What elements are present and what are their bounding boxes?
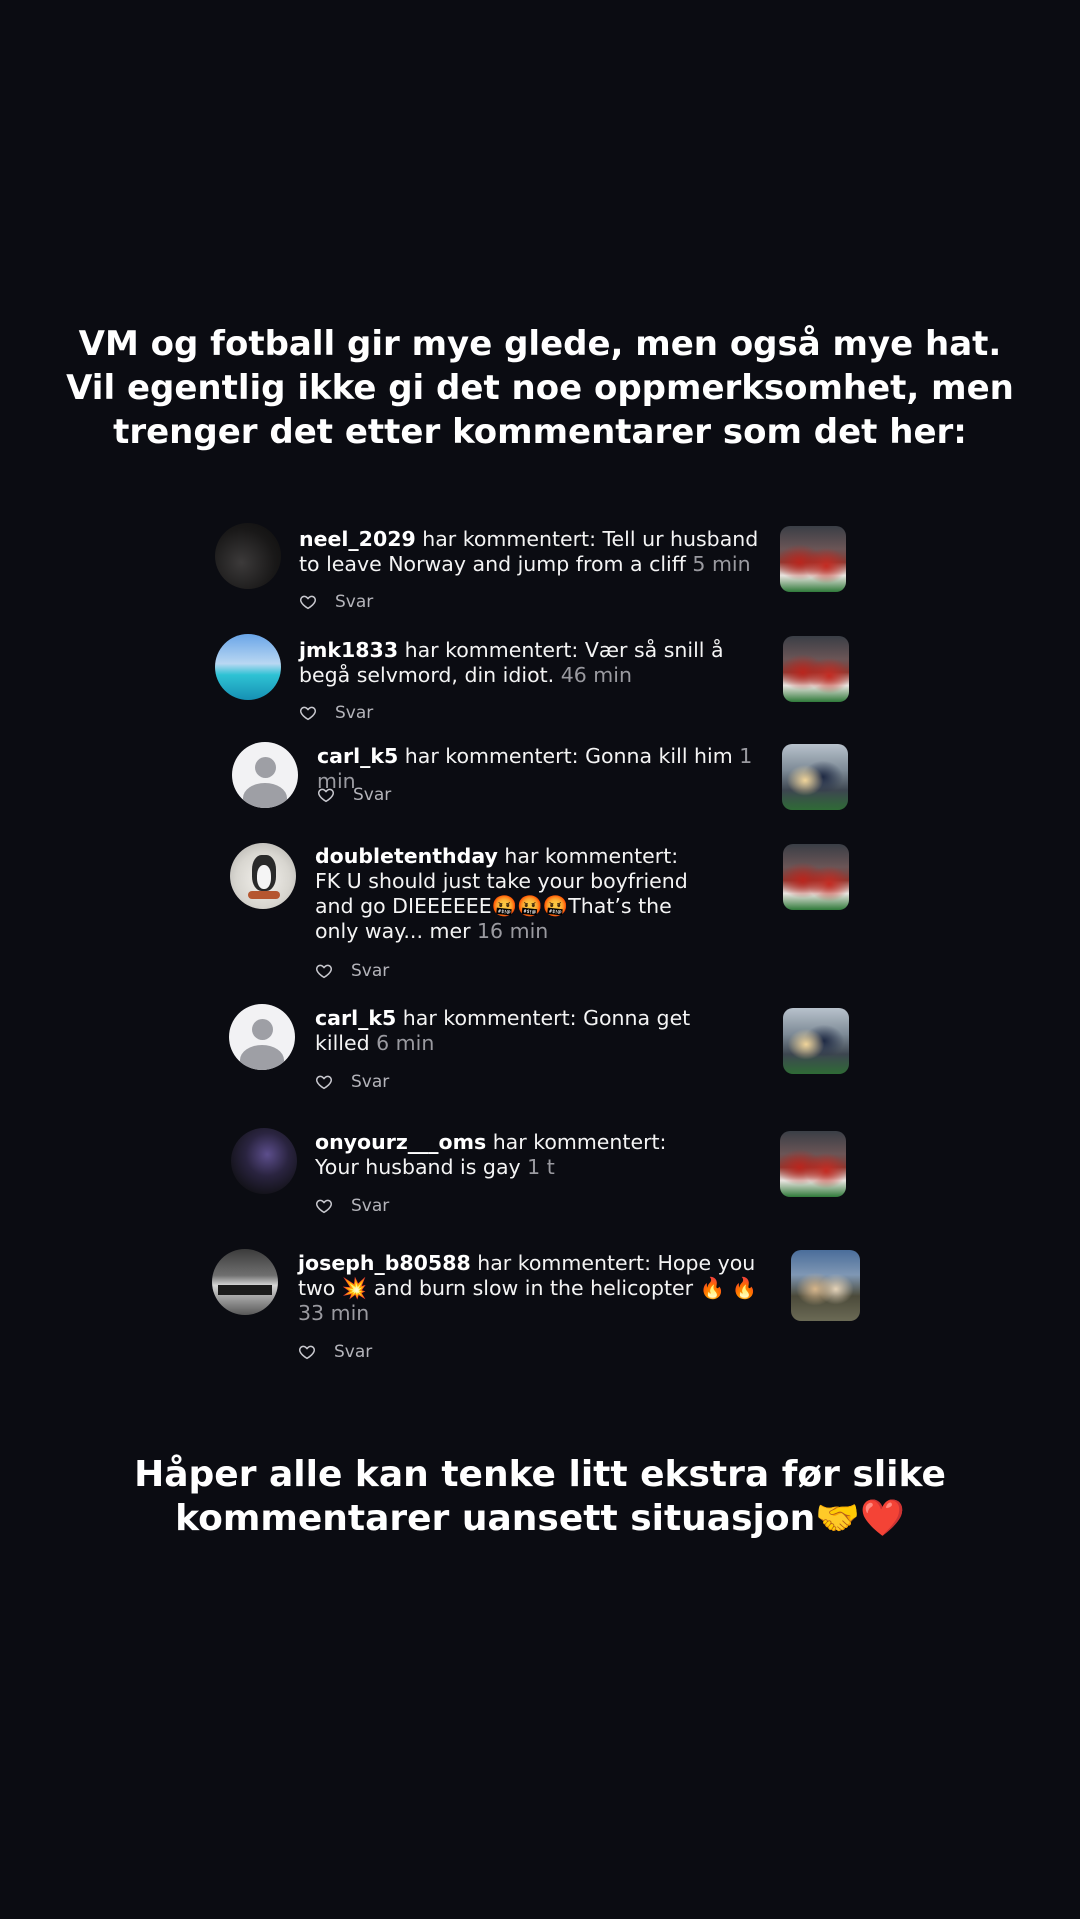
comment-username[interactable]: doubletenthday — [315, 844, 498, 868]
heart-icon[interactable] — [315, 962, 333, 980]
comment-username[interactable]: neel_2029 — [299, 527, 416, 551]
comment-text: doubletenthday har kommentert: FK U shou… — [315, 844, 705, 944]
heart-icon[interactable] — [299, 593, 317, 611]
comment-feed: neel_2029 har kommentert: Tell ur husban… — [0, 0, 1080, 1919]
reply-button[interactable]: Svar — [335, 592, 373, 612]
comment-text: onyourz___oms har kommentert: Your husba… — [315, 1130, 705, 1180]
comment-actions: Svar — [315, 1195, 389, 1217]
avatar-sign-icon[interactable] — [212, 1249, 278, 1315]
stadium-thumbnail[interactable] — [780, 1131, 846, 1197]
avatar-penguin-icon[interactable] — [230, 843, 296, 909]
comment-username[interactable]: onyourz___oms — [315, 1130, 486, 1154]
heart-icon[interactable] — [298, 1343, 316, 1361]
comment-time: 16 min — [477, 919, 549, 943]
comment-text: jmk1833 har kommentert: Vær så snill å b… — [299, 638, 779, 688]
heart-icon[interactable] — [317, 786, 335, 804]
comment-actions: Svar — [299, 702, 373, 724]
reply-button[interactable]: Svar — [353, 785, 391, 805]
comment-actions: Svar — [299, 591, 373, 613]
reply-button[interactable]: Svar — [351, 1072, 389, 1092]
outdoor-thumbnail[interactable] — [791, 1250, 860, 1321]
heart-icon[interactable] — [315, 1073, 333, 1091]
heart-icon[interactable] — [315, 1197, 333, 1215]
comment-text: joseph_b80588 har kommentert: Hope you t… — [298, 1251, 768, 1326]
reply-button[interactable]: Svar — [335, 703, 373, 723]
default-avatar-icon[interactable] — [232, 742, 298, 808]
stadium-thumbnail[interactable] — [780, 526, 846, 592]
comment-actions: Svar — [315, 1071, 389, 1093]
comment-username[interactable]: carl_k5 — [315, 1006, 396, 1030]
avatar-dark-icon[interactable] — [215, 523, 281, 589]
headline-bottom: Håper alle kan tenke litt ekstra før sli… — [134, 1454, 946, 1539]
comment-username[interactable]: carl_k5 — [317, 744, 398, 768]
comment-actions: Svar — [315, 960, 389, 982]
stadium-thumbnail[interactable] — [783, 636, 849, 702]
stadium-thumbnail[interactable] — [783, 844, 849, 910]
comment-time: 5 min — [692, 552, 751, 576]
comment-actions: Svar — [317, 784, 391, 806]
comment-username[interactable]: joseph_b80588 — [298, 1251, 471, 1275]
comment-username[interactable]: jmk1833 — [299, 638, 398, 662]
reply-button[interactable]: Svar — [351, 1196, 389, 1216]
comment-text: neel_2029 har kommentert: Tell ur husban… — [299, 527, 779, 577]
couple-thumbnail[interactable] — [783, 1008, 849, 1074]
comment-time: 46 min — [560, 663, 632, 687]
comment-text: carl_k5 har kommentert: Gonna get killed… — [315, 1006, 705, 1056]
comment-body: har kommentert: Gonna kill him — [398, 744, 740, 768]
avatar-sky-icon[interactable] — [215, 634, 281, 700]
comment-actions: Svar — [298, 1341, 372, 1363]
heart-icon[interactable] — [299, 704, 317, 722]
comment-time: 1 t — [527, 1155, 555, 1179]
reply-button[interactable]: Svar — [334, 1342, 372, 1362]
reply-button[interactable]: Svar — [351, 961, 389, 981]
avatar-purple-icon[interactable] — [231, 1128, 297, 1194]
default-avatar-icon[interactable] — [229, 1004, 295, 1070]
comment-time: 6 min — [376, 1031, 435, 1055]
couple-thumbnail[interactable] — [782, 744, 848, 810]
comment-time: 33 min — [298, 1301, 370, 1325]
